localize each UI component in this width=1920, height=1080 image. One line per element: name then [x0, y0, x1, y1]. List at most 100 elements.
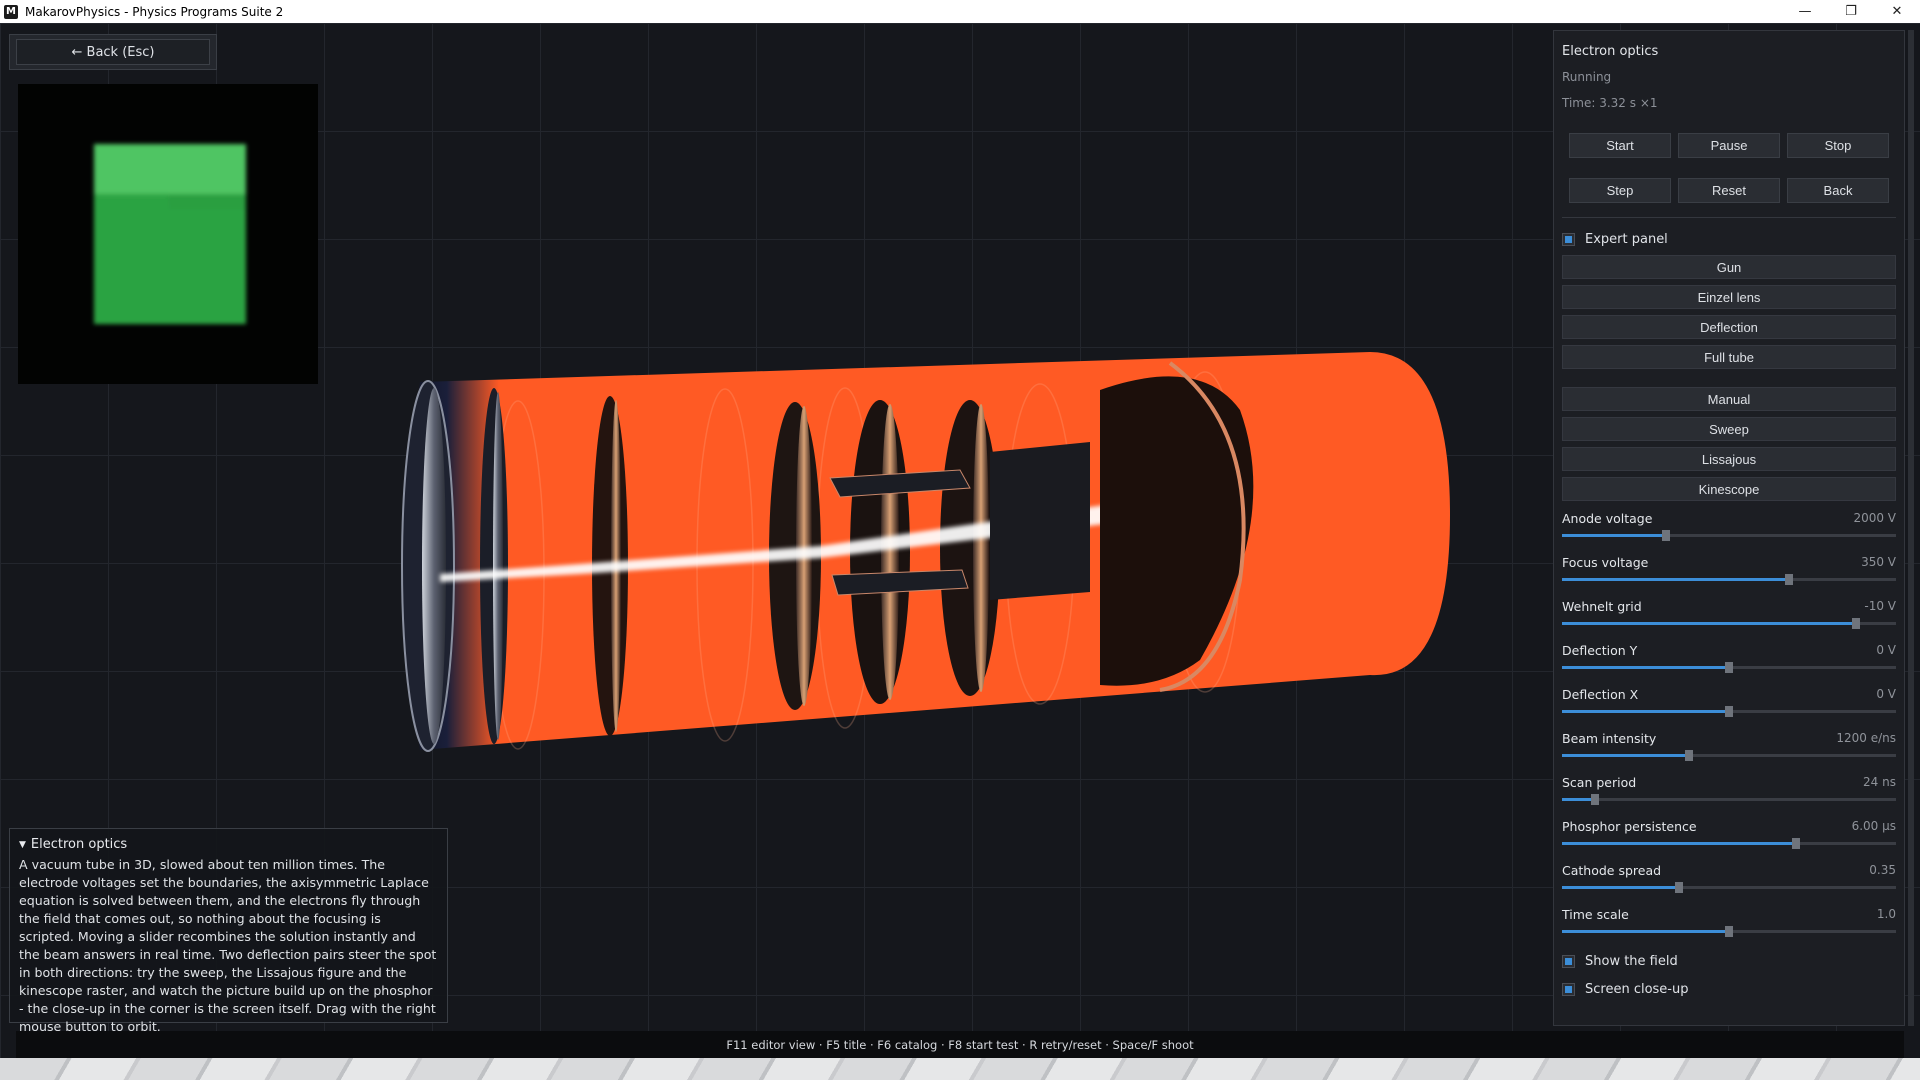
time-scale-slider[interactable]	[1562, 926, 1896, 937]
reset-button[interactable]: Reset	[1678, 178, 1780, 203]
anode-voltage-label: Anode voltage	[1562, 511, 1653, 526]
scan-period-value: 24 ns	[1863, 775, 1896, 789]
simulation-time: Time: 3.32 s ×1	[1562, 96, 1658, 110]
expert-panel-label: Expert panel	[1585, 231, 1668, 247]
cathode-spread-slider-row: Cathode spread 0.35	[1562, 863, 1896, 897]
wehnelt-grid-slider[interactable]	[1562, 618, 1896, 629]
phosphor-persistence-slider-row: Phosphor persistence 6.00 µs	[1562, 819, 1896, 853]
focus-voltage-slider[interactable]	[1562, 574, 1896, 585]
panel-scrollbar[interactable]	[1908, 30, 1914, 1026]
screen-closeup-toggle[interactable]: Screen close-up	[1562, 979, 1896, 999]
wehnelt-grid-slider-row: Wehnelt grid -10 V	[1562, 599, 1896, 633]
beam-intensity-value: 1200 e/ns	[1836, 731, 1896, 745]
mode-kinescope-button[interactable]: Kinescope	[1562, 477, 1896, 501]
beam-intensity-slider[interactable]	[1562, 750, 1896, 761]
scan-period-slider-fill	[1562, 798, 1596, 801]
screen-closeup-label: Screen close-up	[1585, 981, 1689, 997]
time-scale-value: 1.0	[1876, 907, 1896, 921]
electron-tube-3d[interactable]	[400, 330, 1480, 770]
info-panel-title: Electron optics	[30, 837, 128, 852]
info-panel-header[interactable]: ▼ Electron optics	[19, 837, 438, 852]
focus-voltage-value: 350 V	[1861, 555, 1896, 569]
focus-voltage-slider-row: Focus voltage 350 V	[1562, 555, 1896, 589]
deflection-x-label: Deflection X	[1562, 687, 1639, 702]
deflection-x-slider[interactable]	[1562, 706, 1896, 717]
time-scale-slider-row: Time scale 1.0	[1562, 907, 1896, 941]
info-panel-description: A vacuum tube in 3D, slowed about ten mi…	[19, 857, 437, 1034]
beam-intensity-slider-fill	[1562, 754, 1689, 757]
anode-voltage-value: 2000 V	[1853, 511, 1896, 525]
stop-button[interactable]: Stop	[1787, 133, 1889, 158]
wehnelt-grid-value: -10 V	[1864, 599, 1896, 613]
simulation-status: Running	[1562, 70, 1612, 84]
mode-manual-button[interactable]: Manual	[1562, 387, 1896, 411]
start-button[interactable]: Start	[1569, 133, 1671, 158]
phosphor-persistence-slider[interactable]	[1562, 838, 1896, 849]
mode-lissajous-button[interactable]: Lissajous	[1562, 447, 1896, 471]
preset-deflection-button[interactable]: Deflection	[1562, 315, 1896, 339]
phosphor-persistence-slider-fill	[1562, 842, 1796, 845]
deflection-y-slider-fill	[1562, 666, 1729, 669]
scan-period-slider-thumb[interactable]	[1591, 794, 1600, 805]
show-field-toggle[interactable]: Show the field	[1562, 951, 1896, 971]
back-button[interactable]: ← Back (Esc)	[16, 39, 210, 65]
floor-tiles	[0, 1058, 1920, 1080]
control-panel: Electron optics Running Time: 3.32 s ×1 …	[1553, 30, 1905, 1026]
expert-panel-checkbox[interactable]	[1562, 232, 1575, 246]
anode-voltage-slider[interactable]	[1562, 530, 1896, 541]
focus-voltage-slider-thumb[interactable]	[1785, 574, 1794, 585]
deflection-y-slider-row: Deflection Y 0 V	[1562, 643, 1896, 677]
deflection-y-value: 0 V	[1876, 643, 1896, 657]
cathode-spread-slider-fill	[1562, 886, 1679, 889]
cathode-spread-slider[interactable]	[1562, 882, 1896, 893]
show-field-checkbox[interactable]	[1562, 954, 1575, 968]
cathode-spread-value: 0.35	[1869, 863, 1896, 877]
keyboard-hints-bar: F11 editor view · F5 title · F6 catalog …	[16, 1031, 1904, 1058]
deflection-x-slider-row: Deflection X 0 V	[1562, 687, 1896, 721]
wehnelt-grid-label: Wehnelt grid	[1562, 599, 1642, 614]
phosphor-persistence-value: 6.00 µs	[1851, 819, 1896, 833]
cathode-spread-slider-thumb[interactable]	[1674, 882, 1683, 893]
deflection-y-slider[interactable]	[1562, 662, 1896, 673]
time-scale-label: Time scale	[1562, 907, 1629, 922]
wehnelt-grid-slider-fill	[1562, 622, 1856, 625]
time-scale-slider-fill	[1562, 930, 1729, 933]
deflection-x-slider-thumb[interactable]	[1725, 706, 1733, 717]
scan-period-slider[interactable]	[1562, 794, 1896, 805]
minimize-button[interactable]: —	[1782, 0, 1828, 23]
expert-panel-toggle[interactable]: Expert panel	[1562, 229, 1896, 249]
preset-einzel-lens-button[interactable]: Einzel lens	[1562, 285, 1896, 309]
phosphor-persistence-label: Phosphor persistence	[1562, 819, 1697, 834]
preset-gun-button[interactable]: Gun	[1562, 255, 1896, 279]
mode-sweep-button[interactable]: Sweep	[1562, 417, 1896, 441]
pause-button[interactable]: Pause	[1678, 133, 1780, 158]
parameter-sliders: Anode voltage 2000 V Focus voltage 350 V Weh…	[1562, 511, 1896, 941]
collapse-triangle-icon[interactable]: ▼	[19, 840, 26, 850]
wehnelt-grid-slider-thumb[interactable]	[1851, 618, 1860, 629]
deflection-y-slider-thumb[interactable]	[1725, 662, 1733, 673]
anode-voltage-slider-fill	[1562, 534, 1666, 537]
phosphor-persistence-slider-thumb[interactable]	[1791, 838, 1800, 849]
deflection-x-value: 0 V	[1876, 687, 1896, 701]
back-button-container: ← Back (Esc)	[9, 34, 217, 70]
preset-full-tube-button[interactable]: Full tube	[1562, 345, 1896, 369]
scan-period-slider-row: Scan period 24 ns	[1562, 775, 1896, 809]
focus-voltage-slider-fill	[1562, 578, 1790, 581]
beam-intensity-label: Beam intensity	[1562, 731, 1657, 746]
window-titlebar: M MakarovPhysics - Physics Programs Suit…	[0, 0, 1920, 23]
anode-voltage-slider-thumb[interactable]	[1661, 530, 1670, 541]
anode-voltage-slider-row: Anode voltage 2000 V	[1562, 511, 1896, 545]
panel-back-button[interactable]: Back	[1787, 178, 1889, 203]
simulation-controls: Start Pause Stop Step Reset Back	[1569, 133, 1896, 203]
scan-period-label: Scan period	[1562, 775, 1637, 790]
window-title: MakarovPhysics - Physics Programs Suite …	[25, 4, 284, 19]
info-panel: ▼ Electron optics A vacuum tube in 3D, s…	[9, 828, 448, 1034]
panel-title: Electron optics	[1562, 44, 1659, 59]
screen-closeup-checkbox[interactable]	[1562, 982, 1575, 996]
beam-intensity-slider-thumb[interactable]	[1684, 750, 1693, 761]
time-scale-slider-thumb[interactable]	[1725, 926, 1733, 937]
restore-button[interactable]: ❐	[1828, 0, 1874, 23]
close-button[interactable]: ✕	[1874, 0, 1920, 23]
deflection-y-label: Deflection Y	[1562, 643, 1638, 658]
step-button[interactable]: Step	[1569, 178, 1671, 203]
